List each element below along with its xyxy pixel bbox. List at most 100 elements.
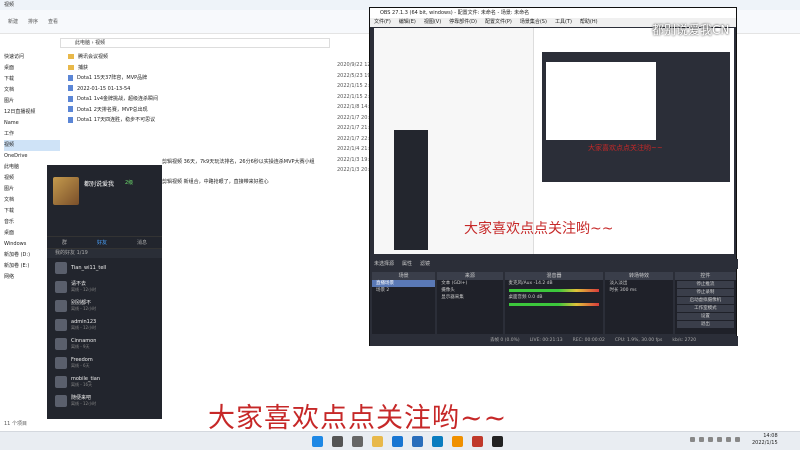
friend-group-header[interactable]: 我的好友 1/19 — [47, 249, 162, 258]
nested-chat-capture — [394, 130, 428, 250]
scenes-dock: 场景 直播场景 场景 2 — [372, 272, 436, 334]
contact-item[interactable]: admin123 离线 - 12小时 — [47, 315, 162, 334]
dock-title: 混音器 — [504, 272, 604, 280]
contact-item[interactable]: Freedom 离线 - 6天 — [47, 353, 162, 372]
obs-window: OBS 27.1.3 (64 bit, windows) - 配置文件: 未命名… — [369, 7, 738, 346]
toolbar-new-button[interactable]: 新建 — [8, 18, 18, 25]
settings-button[interactable]: 设置 — [676, 313, 734, 320]
menu-edit[interactable]: 编辑(E) — [399, 18, 416, 27]
scene-item[interactable]: 场景 2 — [372, 287, 435, 294]
nav-item[interactable]: 下载 — [4, 74, 60, 85]
nav-item[interactable]: Name — [4, 118, 60, 129]
file-explorer-icon[interactable] — [372, 436, 383, 447]
volume-meter[interactable] — [508, 289, 600, 292]
address-bar[interactable]: 此电脑 › 视频 — [60, 38, 330, 48]
menu-scene-collection[interactable]: 场景集合(S) — [520, 18, 547, 27]
avatar — [55, 356, 67, 369]
file-row[interactable]: Dota1 1v4金牌挑战，超级连杀瞬间 — [68, 94, 368, 105]
tab-messages[interactable]: 消息 — [137, 239, 147, 246]
system-tray — [690, 437, 740, 442]
contact-status: 离线 - 12小时 — [71, 401, 97, 406]
file-row[interactable]: Dota1 17天四连胜，稳步不可思议 — [68, 115, 368, 126]
stop-streaming-button[interactable]: 停止推流 — [676, 281, 734, 288]
store-icon[interactable] — [412, 436, 423, 447]
source-item[interactable]: 摄像头 — [437, 287, 502, 294]
nav-item[interactable]: 12日直播视频 — [4, 107, 60, 118]
task-view-icon[interactable] — [352, 436, 363, 447]
virtual-camera-button[interactable]: 启动虚拟摄像机 — [676, 297, 734, 304]
contact-item[interactable]: Tian_wi11_tell — [47, 258, 162, 277]
file-row[interactable]: Dota1 15天37阵容，MVP品牌 — [68, 73, 368, 84]
menu-file[interactable]: 文件(F) — [374, 18, 391, 27]
tab-friends[interactable]: 好友 — [97, 239, 107, 246]
contact-item[interactable]: Cinnamon 离线 - 9天 — [47, 334, 162, 353]
nav-item[interactable]: 桌面 — [4, 63, 60, 74]
edge-icon[interactable] — [392, 436, 403, 447]
taskbar-clock[interactable]: 14:08 2022/1/15 — [752, 433, 778, 447]
tray-icon[interactable] — [708, 437, 713, 442]
tray-icon[interactable] — [690, 437, 695, 442]
source-item[interactable]: 显示器采集 — [437, 294, 502, 301]
track-name: 桌面音频 — [508, 295, 527, 300]
nav-item[interactable]: 快速访问 — [4, 52, 60, 63]
no-source-label: 未选择源 — [374, 261, 395, 267]
profile-name: 都别说爱我 — [84, 181, 115, 188]
preview-overlay-text: 大家喜欢点点关注哟~~ — [464, 221, 614, 237]
obs-title: OBS 27.1.3 (64 bit, windows) - 配置文件: 未命名… — [370, 8, 736, 18]
mail-icon[interactable] — [432, 436, 443, 447]
toolbar-view-button[interactable]: 查看 — [48, 18, 58, 25]
start-icon[interactable] — [312, 436, 323, 447]
contact-item[interactable]: mobile_tian 离线 - 16天 — [47, 372, 162, 391]
avatar — [55, 261, 67, 274]
obs-icon[interactable] — [492, 436, 503, 447]
transition-select[interactable]: 淡入淡出 — [605, 280, 672, 287]
cpu-fps: CPU: 1.9%, 30.00 fps — [614, 338, 663, 343]
contact-item[interactable]: 随便来吧 离线 - 12小时 — [47, 391, 162, 410]
contact-item[interactable]: 请不去 离线 - 12小时 — [47, 277, 162, 296]
file-name: Dota1 1v4金牌挑战，超级连杀瞬间 — [77, 96, 159, 102]
nav-item[interactable]: OneDrive — [4, 151, 60, 162]
obs-preview[interactable]: 大家喜欢点点关注哟~~ 大家喜欢点点关注哟~~ — [374, 28, 734, 254]
tray-icon[interactable] — [726, 437, 731, 442]
clock-time: 14:08 — [763, 433, 778, 439]
contact-status: 离线 - 12小时 — [71, 287, 97, 292]
nav-item[interactable]: 工作 — [4, 129, 60, 140]
avatar — [55, 337, 67, 350]
tray-icon[interactable] — [735, 437, 740, 442]
transition-duration[interactable]: 时长 300 ms — [605, 287, 672, 294]
volume-meter[interactable] — [508, 303, 600, 306]
file-name: 2022-01-15 01-13-54 — [77, 85, 131, 92]
contact-item[interactable]: 别别都不 离线 - 12小时 — [47, 296, 162, 315]
file-row[interactable]: 捕获 — [68, 63, 368, 74]
search-icon[interactable] — [332, 436, 343, 447]
nav-item[interactable]: 图片 — [4, 96, 60, 107]
filters-button[interactable]: 滤镜 — [420, 259, 430, 269]
source-item[interactable]: 文本 (GDI+) — [437, 280, 502, 287]
file-row[interactable]: 2022-01-15 01-13-54 — [68, 84, 368, 95]
tab-groups[interactable]: 群 — [62, 239, 67, 246]
file-row[interactable]: Dota1 2天排名赛，MVP总出现 — [68, 105, 368, 116]
menu-help[interactable]: 帮助(H) — [580, 18, 598, 27]
menu-view[interactable]: 视图(V) — [424, 18, 441, 27]
app-icon[interactable] — [472, 436, 483, 447]
tray-icon[interactable] — [699, 437, 704, 442]
menu-tools[interactable]: 工具(T) — [555, 18, 572, 27]
avatar[interactable] — [53, 177, 79, 205]
tray-icon[interactable] — [717, 437, 722, 442]
file-row[interactable]: 腾讯会议视频 — [68, 52, 368, 63]
nav-item[interactable]: 文档 — [4, 85, 60, 96]
scene-item[interactable]: 直播场景 — [372, 280, 436, 287]
file-name: 捕获 — [78, 64, 89, 71]
file-date: 2022/1/15 2:44 — [337, 93, 376, 100]
sources-dock: 来源 文本 (GDI+) 摄像头 显示器采集 — [437, 272, 503, 334]
studio-mode-button[interactable]: 工作室模式 — [676, 305, 734, 312]
menu-profile[interactable]: 配置文件(P) — [485, 18, 512, 27]
nav-item-selected[interactable]: 视频 — [4, 140, 60, 151]
toolbar-sort-button[interactable]: 排序 — [28, 18, 38, 25]
stop-recording-button[interactable]: 停止录制 — [676, 289, 734, 296]
app-icon[interactable] — [452, 436, 463, 447]
exit-button[interactable]: 退出 — [676, 321, 734, 328]
date-column: 2020/9/22 12:07 2022/5/23 19:00 2022/1/1… — [337, 60, 379, 176]
menu-docks[interactable]: 停靠部件(D) — [449, 18, 477, 27]
properties-button[interactable]: 属性 — [402, 259, 412, 269]
